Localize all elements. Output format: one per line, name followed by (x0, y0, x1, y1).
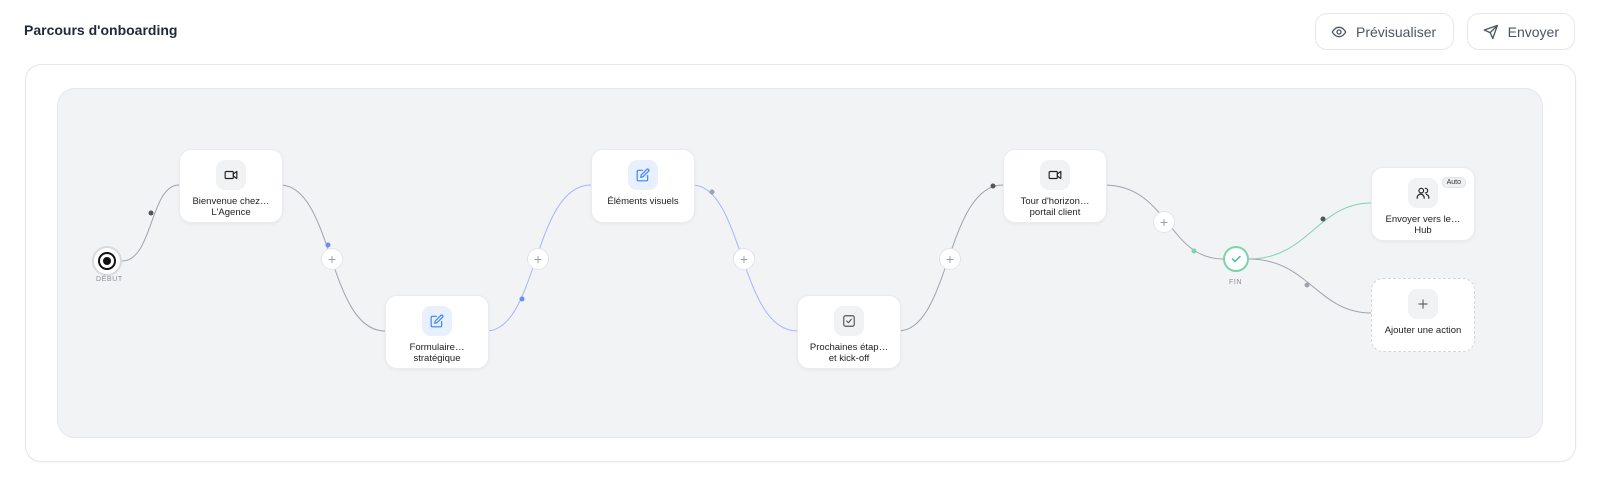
flow-node-label: Prochaines étap… et kick-off (809, 342, 889, 364)
start-label: DÉBUT (96, 276, 123, 283)
flow-node-next-steps[interactable]: Prochaines étap… et kick-off (797, 295, 901, 369)
add-action-label: Ajouter une action (1384, 325, 1462, 336)
flow-node-visual-elements[interactable]: Éléments visuels (591, 149, 695, 223)
send-icon (1483, 24, 1498, 39)
add-step-button[interactable]: + (733, 248, 755, 270)
flow-node-portal-tour[interactable]: Tour d'horizon… portail client (1003, 149, 1107, 223)
video-icon (224, 170, 238, 180)
add-step-button[interactable]: + (939, 248, 961, 270)
eye-icon (1331, 26, 1347, 37)
page-title: Parcours d'onboarding (24, 22, 178, 38)
send-button[interactable]: Envoyer (1467, 13, 1575, 50)
users-icon (1416, 187, 1430, 199)
flow-edges (121, 183, 1372, 332)
action-node-send-to-hub[interactable]: Auto Envoyer vers le… Hub (1371, 167, 1475, 241)
plus-icon (1418, 299, 1428, 309)
flow-node-label: Tour d'horizon… portail client (1020, 196, 1090, 218)
flow-canvas[interactable]: DÉBUT + + + + + Bienvenue chez… L'Agence… (57, 88, 1543, 438)
flow-node-strategy-form[interactable]: Formulaire… stratégique (385, 295, 489, 369)
flow-node-welcome[interactable]: Bienvenue chez… L'Agence (179, 149, 283, 223)
add-step-button[interactable]: + (527, 248, 549, 270)
send-button-label: Envoyer (1507, 23, 1559, 40)
end-label: FIN (1229, 279, 1243, 286)
check-icon (1231, 255, 1241, 263)
edge-end-action1 (1248, 202, 1372, 260)
edge-end-action2 (1248, 258, 1372, 314)
auto-badge: Auto (1441, 177, 1466, 188)
video-icon (1048, 170, 1062, 180)
edit-icon (636, 168, 650, 182)
edit-icon (430, 314, 444, 328)
flow-node-label: Bienvenue chez… L'Agence (192, 196, 270, 218)
add-step-button[interactable]: + (1153, 211, 1175, 233)
add-action-button[interactable]: Ajouter une action (1371, 278, 1475, 352)
top-bar: Parcours d'onboarding Prévisualiser Envo… (0, 0, 1600, 62)
start-node (92, 246, 122, 276)
preview-button-label: Prévisualiser (1356, 23, 1437, 40)
edge-start-node1 (121, 184, 180, 262)
action-node-label: Envoyer vers le… Hub (1385, 214, 1461, 236)
end-node (1223, 246, 1249, 272)
checkbox-icon (843, 315, 855, 327)
flow-node-label: Formulaire… stratégique (409, 342, 465, 364)
flow-node-label: Éléments visuels (607, 196, 679, 207)
add-step-button[interactable]: + (321, 248, 343, 270)
preview-button[interactable]: Prévisualiser (1315, 13, 1454, 50)
